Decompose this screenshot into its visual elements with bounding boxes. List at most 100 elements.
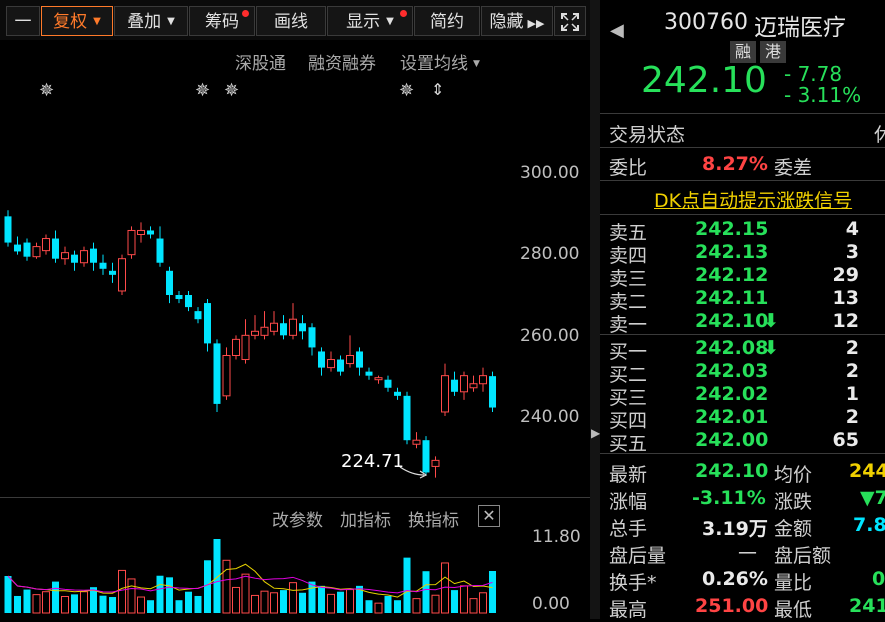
candlestick-chart[interactable]	[0, 70, 500, 490]
candle-up[interactable]	[431, 459, 440, 467]
volume-bar-down	[308, 581, 316, 613]
bid-level-price[interactable]: 242.08	[695, 337, 768, 359]
volume-chart[interactable]	[0, 530, 500, 619]
high-label: 最高	[609, 599, 648, 621]
candle-down[interactable]	[356, 351, 363, 368]
volume-bar-up	[431, 594, 440, 614]
candle-up[interactable]	[270, 322, 278, 332]
bid-level-label: 买五	[609, 433, 648, 455]
candle-down[interactable]	[52, 238, 59, 259]
candle-up[interactable]	[260, 326, 269, 336]
bid-level-price[interactable]: 242.00	[695, 429, 768, 451]
candle-up[interactable]	[32, 246, 41, 258]
candle-down[interactable]	[318, 351, 325, 368]
chouma-button[interactable]: 筹码	[189, 6, 255, 36]
candle-down[interactable]	[90, 248, 97, 263]
dk-signal-link[interactable]: DK点自动提示涨跌信号	[654, 186, 852, 213]
yincang-button[interactable]: 隐藏 ▶▶	[481, 6, 553, 36]
candle-up[interactable]	[441, 375, 449, 413]
candle-up[interactable]	[374, 377, 383, 381]
candle-down[interactable]	[23, 242, 31, 257]
candle-up[interactable]	[241, 334, 250, 361]
candle-down[interactable]	[337, 359, 344, 372]
candle-up[interactable]	[61, 252, 69, 260]
candle-up[interactable]	[42, 238, 50, 252]
ask-level-price[interactable]: 242.11	[695, 287, 768, 309]
huaxian-button[interactable]: 画线	[256, 6, 326, 36]
candle-down[interactable]	[109, 270, 116, 275]
candle-down[interactable]	[156, 238, 164, 263]
candle-up[interactable]	[412, 439, 421, 445]
volume-bar-down	[175, 600, 183, 613]
candle-up[interactable]	[127, 229, 136, 256]
candle-down[interactable]	[99, 262, 107, 269]
after-hours-volume-value: —	[738, 541, 757, 563]
ask-level-price[interactable]: 242.12	[695, 264, 768, 286]
bid-level-volume: 2	[845, 337, 859, 359]
candle-up[interactable]	[222, 355, 231, 397]
candle-down[interactable]	[194, 311, 202, 320]
volume-label: 总手	[609, 518, 648, 540]
candle-up[interactable]	[460, 375, 468, 393]
candle-down[interactable]	[14, 244, 21, 252]
candle-down[interactable]	[394, 391, 401, 396]
candle-down[interactable]	[403, 395, 411, 441]
candle-up[interactable]	[469, 383, 478, 389]
candle-down[interactable]	[185, 295, 192, 308]
jianyue-button[interactable]: 简约	[414, 6, 480, 36]
candle-down[interactable]	[384, 379, 392, 388]
xianshi-button[interactable]: 显示 ▼	[327, 6, 413, 36]
ask-level-price[interactable]: 242.13	[695, 241, 768, 263]
candle-up[interactable]	[118, 258, 126, 292]
candle-up[interactable]	[327, 359, 335, 369]
fullscreen-button[interactable]	[554, 6, 586, 36]
bid-level-volume: 2	[845, 360, 859, 382]
turnover-label: 换手*	[609, 572, 657, 594]
bid-level-price[interactable]: 242.03	[695, 360, 768, 382]
collapse-arrow-icon[interactable]: ▶	[591, 426, 600, 440]
diejia-button[interactable]: 叠加 ▼	[114, 6, 188, 36]
candle-down[interactable]	[365, 371, 373, 376]
volume-bar-down	[422, 571, 430, 613]
candle-down[interactable]	[204, 303, 211, 344]
candle-down[interactable]	[213, 343, 221, 404]
prev-stock-arrow-icon[interactable]: ◀	[610, 20, 624, 41]
candle-down[interactable]	[489, 376, 496, 408]
volume-bar-up	[61, 595, 69, 614]
modify-params-link[interactable]: 改参数	[272, 506, 323, 531]
candle-down[interactable]	[175, 295, 183, 300]
caret-down-icon: ▼	[473, 59, 480, 69]
candle-down[interactable]	[451, 379, 458, 392]
close-indicator-icon[interactable]: ✕	[478, 505, 500, 527]
panel-splitter[interactable]	[590, 0, 600, 619]
low-label: 最低	[774, 599, 813, 621]
candle-down[interactable]	[308, 327, 316, 348]
chart-toolbar: 一 复权 ▼ 叠加 ▼ 筹码 画线 显示 ▼ 简约 隐藏 ▶▶	[0, 0, 590, 40]
high-value: 251.00	[695, 595, 769, 617]
candle-up[interactable]	[232, 338, 240, 357]
xianshi-label: 显示	[346, 12, 381, 32]
candle-down[interactable]	[280, 323, 287, 336]
candle-up[interactable]	[80, 250, 88, 264]
minus-button[interactable]: 一	[6, 6, 40, 36]
add-indicator-link[interactable]: 加指标	[340, 506, 391, 531]
candle-up[interactable]	[346, 355, 354, 365]
candle-down[interactable]	[166, 270, 173, 295]
candle-up[interactable]	[289, 318, 297, 336]
volume-bar-down	[156, 575, 164, 613]
candle-up[interactable]	[479, 375, 487, 385]
bid-level-price[interactable]: 242.01	[695, 406, 768, 428]
caret-down-icon: ▼	[93, 16, 101, 27]
fuquan-label: 复权	[53, 12, 88, 32]
candle-down[interactable]	[4, 216, 12, 243]
candle-down[interactable]	[299, 323, 306, 332]
fuquan-button[interactable]: 复权 ▼	[41, 6, 113, 36]
ask-level-price[interactable]: 242.15	[695, 218, 768, 240]
ask-level-price[interactable]: 242.10	[695, 310, 768, 332]
candle-down[interactable]	[71, 254, 78, 263]
candle-down[interactable]	[147, 230, 154, 235]
bid-level-price[interactable]: 242.02	[695, 383, 768, 405]
switch-indicator-link[interactable]: 换指标	[408, 506, 459, 531]
candle-up[interactable]	[137, 229, 145, 235]
candle-up[interactable]	[251, 330, 259, 336]
